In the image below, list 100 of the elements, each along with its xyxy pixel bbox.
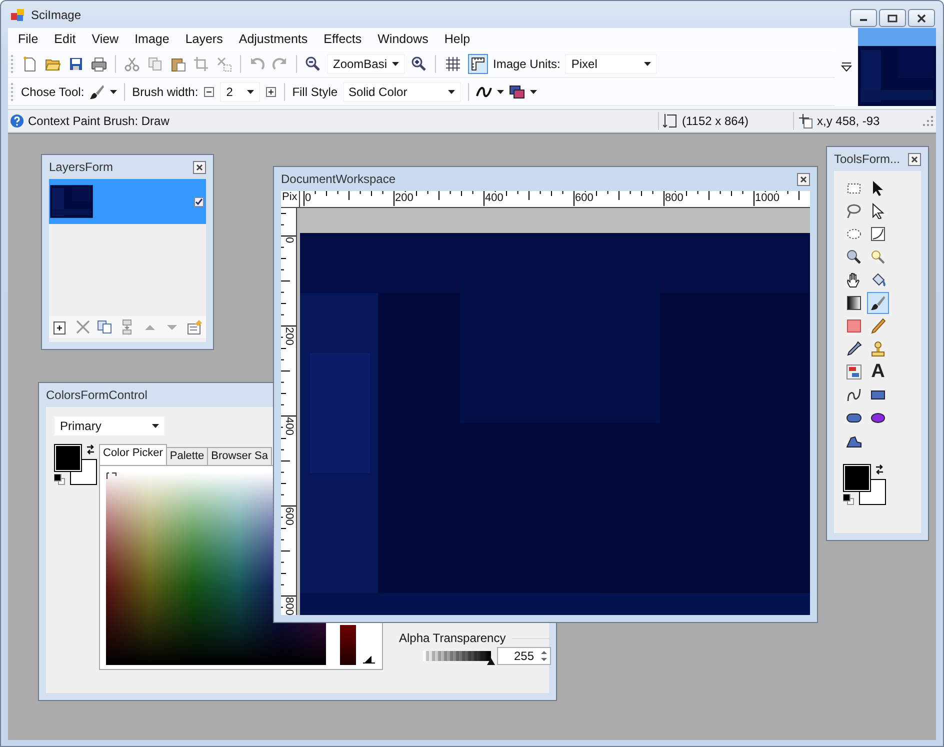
close-button[interactable]	[908, 152, 921, 166]
slider-thumb[interactable]	[487, 658, 495, 665]
lasso-icon	[846, 203, 862, 219]
clipboard-icon[interactable]	[170, 56, 186, 72]
status-message: Context Paint Brush: Draw	[28, 114, 170, 128]
menu-item[interactable]: Windows	[370, 30, 436, 48]
plus-icon[interactable]	[265, 86, 278, 98]
color-swatch-drawing[interactable]	[54, 444, 97, 485]
menu-item[interactable]: Edit	[46, 30, 84, 48]
color-target-combo[interactable]: Primary	[54, 416, 165, 436]
tool-label: Chose Tool:	[21, 85, 84, 99]
curve-icon[interactable]	[476, 84, 492, 100]
zoom-in-icon[interactable]	[411, 56, 427, 72]
fill-style-combo[interactable]: Solid Color	[342, 82, 461, 102]
units-combo[interactable]: Pixel	[565, 54, 658, 74]
paintbrush-tool[interactable]	[867, 292, 889, 314]
window-title: ToolsForm...	[834, 152, 900, 166]
alpha-spinbox[interactable]: 255	[497, 647, 551, 665]
close-button[interactable]	[908, 9, 935, 27]
layer-properties-icon[interactable]	[186, 319, 203, 335]
menu-item[interactable]: Layers	[177, 30, 231, 48]
eraser-icon	[846, 318, 862, 334]
ruler-toggle-button[interactable]	[468, 54, 488, 74]
swap-colors-icon[interactable]	[85, 444, 95, 455]
alpha-label: Alpha Transparency	[399, 631, 506, 645]
dropdown-arrow-icon[interactable]	[152, 424, 159, 428]
dropdown-arrow-icon[interactable]	[247, 90, 254, 94]
ruler-unit: Pix	[281, 191, 300, 207]
window-title: SciImage	[31, 8, 82, 22]
brush-width-combo[interactable]: 2	[220, 82, 260, 102]
visibility-checkbox[interactable]	[194, 196, 204, 206]
text-tool[interactable]: A	[867, 361, 889, 383]
paintbrush-icon	[870, 295, 886, 311]
caret-icon[interactable]	[496, 90, 504, 94]
tab[interactable]: Palette	[166, 447, 208, 465]
close-icon	[910, 154, 919, 164]
eyedropper-icon	[846, 341, 862, 357]
ellipse-icon	[870, 410, 886, 426]
layer-row[interactable]	[49, 179, 206, 224]
dropdown-arrow-icon[interactable]	[392, 62, 399, 66]
curves-icon	[870, 226, 886, 242]
dropdown-arrow-icon[interactable]	[644, 62, 652, 66]
add-layer-icon[interactable]	[52, 319, 68, 335]
caret-icon[interactable]	[530, 90, 537, 94]
dropdown-arrow-icon[interactable]	[448, 90, 455, 94]
hand-icon	[846, 272, 862, 288]
menu-item[interactable]: Effects	[316, 30, 370, 48]
help-icon	[10, 114, 24, 128]
cursor-position-text: x,y 458, -93	[817, 114, 880, 128]
menu-item[interactable]: File	[10, 30, 46, 48]
paint-bucket-icon	[870, 272, 886, 288]
overflow-icon[interactable]	[841, 62, 852, 72]
swap-colors-icon[interactable]	[874, 464, 884, 475]
pencil-icon	[870, 318, 886, 334]
caret-icon[interactable]	[110, 90, 118, 94]
resize-grip-icon[interactable]	[922, 115, 934, 127]
minimize-icon	[860, 19, 867, 21]
close-button[interactable]	[193, 160, 206, 174]
tab[interactable]: Color Picker	[99, 444, 167, 465]
units-label: Image Units:	[493, 57, 560, 71]
close-icon	[799, 174, 808, 184]
minimize-button[interactable]	[850, 9, 877, 27]
zoom-out-icon[interactable]	[305, 56, 321, 72]
ruler-icon	[470, 56, 486, 72]
picker-cursor-icon[interactable]	[106, 472, 117, 480]
menu-item[interactable]: View	[84, 30, 127, 48]
ruler-label: 0	[283, 237, 295, 244]
reset-colors-icon[interactable]	[54, 474, 65, 485]
pointer-icon	[870, 203, 886, 219]
printer-icon[interactable]	[91, 56, 107, 72]
layers-icon	[846, 364, 862, 380]
image-size-icon	[663, 113, 679, 129]
scissors-icon[interactable]	[124, 56, 140, 72]
magic-wand-icon	[870, 249, 886, 265]
menu-item[interactable]: Image	[126, 30, 178, 48]
slider-marker-icon[interactable]	[362, 654, 376, 665]
save-icon[interactable]	[68, 56, 84, 72]
minus-icon[interactable]	[203, 86, 216, 98]
brush-width-label: Brush width:	[132, 85, 198, 99]
reset-colors-icon[interactable]	[843, 494, 854, 505]
zoom-combo[interactable]: ZoomBasi	[327, 54, 405, 74]
tab[interactable]: Browser Sa	[207, 447, 272, 465]
stamp-icon	[870, 341, 886, 357]
grid-toggle-button[interactable]	[443, 54, 463, 74]
delete-icon[interactable]	[74, 319, 91, 335]
close-button[interactable]	[797, 172, 810, 186]
close-icon	[916, 14, 927, 22]
new-file-icon[interactable]	[22, 56, 38, 72]
spin-arrows-icon[interactable]	[539, 649, 549, 663]
restore-button[interactable]	[879, 9, 906, 27]
color-swatch-drawing[interactable]	[843, 464, 886, 505]
duplicate-layer-icon[interactable]	[97, 319, 114, 335]
ruler-label: 600	[283, 507, 295, 526]
paintbrush-icon[interactable]	[89, 84, 106, 100]
ellipse-select-icon	[846, 226, 862, 242]
color-swatch-icon[interactable]	[508, 84, 525, 100]
menu-item[interactable]: Help	[436, 30, 478, 48]
menu-item[interactable]: Adjustments	[230, 30, 316, 48]
app-icon	[10, 6, 26, 22]
magnifier-icon	[846, 249, 862, 265]
